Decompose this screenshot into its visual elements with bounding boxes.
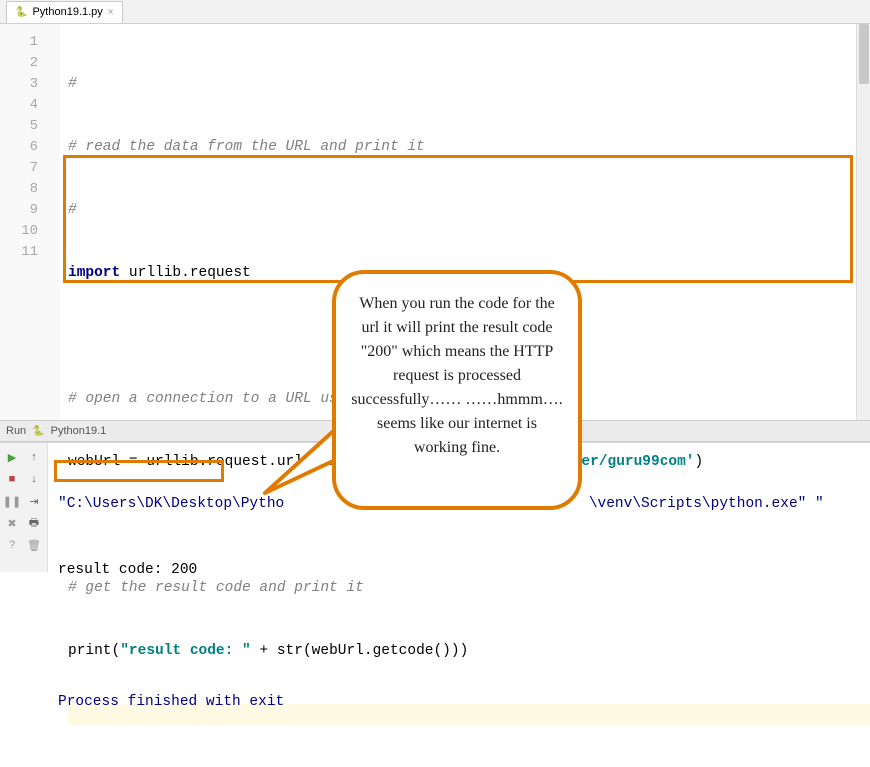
trash-button[interactable]: 🗑 (24, 535, 44, 555)
python-file-icon: 🐍 (15, 7, 27, 18)
step-down-button[interactable]: ↓ (24, 469, 44, 489)
console-toolbar: ▶ ↑ ■ ↓ ❚❚ ⇥ ✖ 🖶 ? 🗑 (0, 443, 48, 572)
stop-button[interactable]: ■ (2, 469, 22, 489)
callout-text: When you run the code for the url it wil… (351, 295, 563, 456)
console-result-line: result code: 200 (58, 559, 860, 581)
export-button[interactable]: ⇥ (24, 491, 44, 511)
tab-filename: Python19.1.py (32, 6, 102, 18)
print-button[interactable]: 🖶 (24, 513, 44, 533)
line-gutter: 123 456 789 1011 (0, 24, 60, 420)
help-button[interactable]: ? (2, 535, 22, 555)
editor-tab-bar: 🐍 Python19.1.py × (0, 0, 870, 24)
step-up-button[interactable]: ↑ (24, 447, 44, 467)
file-tab[interactable]: 🐍 Python19.1.py × (6, 1, 123, 23)
editor-scrollbar[interactable] (856, 24, 870, 420)
annotation-callout: When you run the code for the url it wil… (332, 270, 582, 510)
pause-button[interactable]: ❚❚ (2, 491, 22, 511)
run-button[interactable]: ▶ (2, 447, 22, 467)
scrollbar-thumb[interactable] (859, 24, 869, 84)
run-label: Run (6, 425, 26, 437)
close-tab-icon[interactable]: × (108, 7, 114, 18)
python-run-icon: 🐍 (32, 426, 44, 437)
close-console-button[interactable]: ✖ (2, 513, 22, 533)
